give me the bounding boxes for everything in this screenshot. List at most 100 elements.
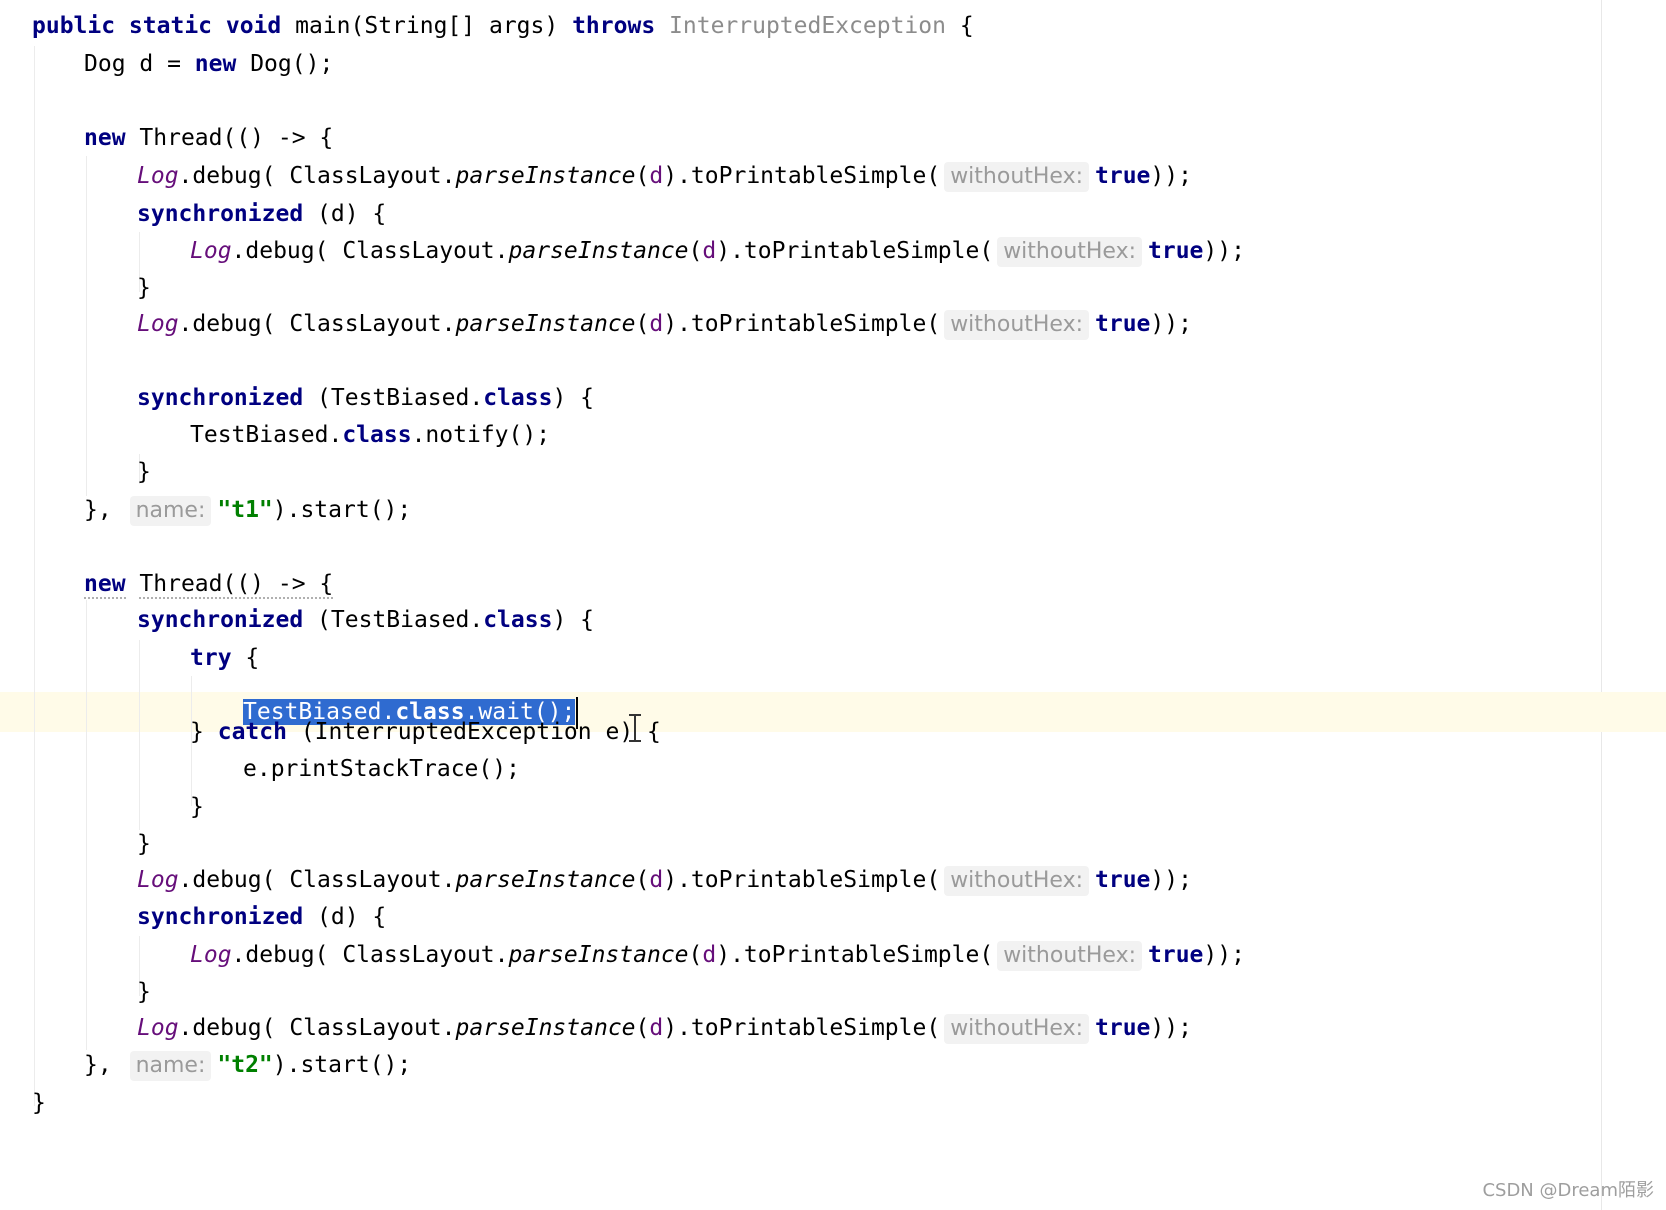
keyword: true [1095,163,1151,189]
code-text: ).start(); [272,497,412,523]
parameter-hint: withoutHex: [944,1014,1090,1044]
code-text: .debug( ClassLayout. [178,1015,456,1041]
code-text: ).toPrintableSimple( [716,238,994,264]
brace: { [959,13,974,39]
code-line[interactable]: }, name: "t2").start(); [84,1045,411,1085]
code-text: .debug( ClassLayout. [231,238,509,264]
code-line[interactable]: public static void main(String[] args) t… [32,6,974,46]
exception-type: InterruptedException [669,13,946,39]
parameter-hint: withoutHex: [944,866,1090,896]
method-name: parseInstance [455,163,636,189]
brace: { [245,645,260,671]
parameter-hint: withoutHex: [944,162,1090,192]
code-text: (d) { [317,904,387,930]
code-line[interactable]: new Thread(() -> { [84,564,334,604]
code-text: ) { [552,607,594,633]
code-text: (d) { [317,201,387,227]
keyword: true [1095,867,1151,893]
variable: d [649,311,664,337]
code-line[interactable]: } [32,1083,46,1123]
code-line[interactable]: } [137,268,151,308]
code-line[interactable]: synchronized (TestBiased.class) { [137,378,594,418]
code-text: }, [84,497,112,523]
parameter-hint: name: [129,1051,212,1081]
keyword: synchronized [137,201,304,227]
log-field: Log [190,942,232,968]
log-field: Log [137,163,179,189]
method-name: parseInstance [508,942,689,968]
method-name: parseInstance [455,1015,636,1041]
code-line[interactable]: synchronized (TestBiased.class) { [137,600,594,640]
right-margin-guide [1601,0,1602,1210]
brace: } [137,831,151,857]
code-line[interactable]: e.printStackTrace(); [243,749,520,789]
code-line[interactable]: } [137,972,151,1012]
code-line[interactable]: Log.debug( ClassLayout.parseInstance(d).… [137,860,1192,900]
brace: } [137,275,151,301]
code-text: ( [635,867,650,893]
code-line[interactable]: }, name: "t1").start(); [84,490,411,530]
code-line[interactable]: synchronized (d) { [137,194,386,234]
indent-guide [139,640,140,830]
method-name: parseInstance [455,311,636,337]
keyword: new [84,571,126,599]
code-text: .debug( ClassLayout. [178,311,456,337]
keyword: public static void [32,13,282,39]
code-text: )); [1150,1015,1192,1041]
code-text: ( [688,238,703,264]
code-line[interactable]: Log.debug( ClassLayout.parseInstance(d).… [190,935,1245,975]
log-field: Log [137,867,179,893]
code-line[interactable]: Log.debug( ClassLayout.parseInstance(d).… [190,231,1245,271]
variable: d [649,1015,664,1041]
code-text: )); [1150,867,1192,893]
code-text: )); [1203,238,1245,264]
code-text: .debug( ClassLayout. [178,163,456,189]
brace: } [190,719,204,745]
code-text: TestBiased. [190,422,343,448]
code-text: ( [635,1015,650,1041]
method-name: parseInstance [508,238,689,264]
keyword: true [1148,238,1204,264]
indent-guide [34,46,35,1106]
keyword: true [1095,311,1151,337]
indent-guide [86,600,87,1050]
parameter-hint: withoutHex: [944,310,1090,340]
code-text: ( [688,942,703,968]
indent-guide [86,156,87,496]
code-line[interactable]: } [137,824,151,864]
string-literal: "t1" [217,497,273,523]
code-text: Dog d = [84,51,181,77]
brace: } [32,1090,46,1116]
code-text: e.printStackTrace(); [243,756,520,782]
code-text: )); [1150,163,1192,189]
code-line[interactable]: } catch (InterruptedException e) { [190,712,661,752]
brace: } [137,979,151,1005]
code-line[interactable]: } [137,452,151,492]
code-line[interactable]: new Thread(() -> { [84,118,333,158]
variable: d [702,238,717,264]
code-text: .notify(); [411,422,551,448]
code-text: Dog(); [250,51,334,77]
code-line[interactable]: Log.debug( ClassLayout.parseInstance(d).… [137,304,1192,344]
code-text: Thread(() -> { [139,571,334,599]
log-field: Log [137,311,179,337]
variable: d [649,867,664,893]
method-signature: main(String[] args) [295,13,559,39]
brace: } [137,459,151,485]
code-text: )); [1150,311,1192,337]
log-field: Log [190,238,232,264]
code-line[interactable]: Log.debug( ClassLayout.parseInstance(d).… [137,156,1192,196]
code-line[interactable]: synchronized (d) { [137,897,386,937]
code-line[interactable]: Log.debug( ClassLayout.parseInstance(d).… [137,1008,1192,1048]
code-line[interactable]: TestBiased.class.notify(); [190,415,550,455]
code-line[interactable]: } [190,787,204,827]
code-editor[interactable]: public static void main(String[] args) t… [0,0,1666,1210]
code-text: (InterruptedException e) { [300,719,661,745]
method-name: parseInstance [455,867,636,893]
code-text: )); [1203,942,1245,968]
code-text: ).toPrintableSimple( [663,163,941,189]
log-field: Log [137,1015,179,1041]
code-text: ).toPrintableSimple( [716,942,994,968]
code-line[interactable]: try { [190,638,259,678]
code-line[interactable]: Dog d = new Dog(); [84,44,333,84]
